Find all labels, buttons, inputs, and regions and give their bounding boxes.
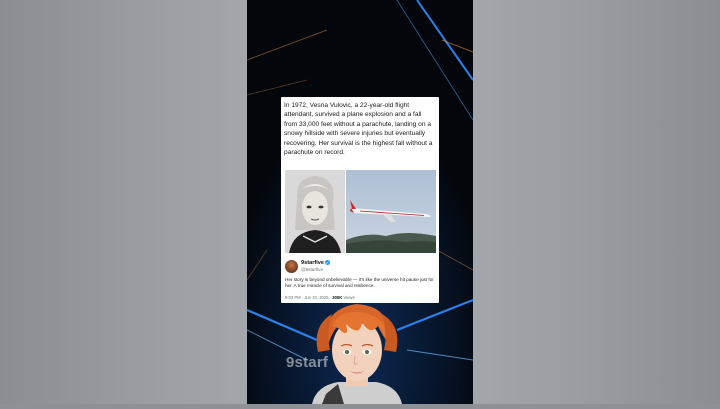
left-blurred-margin — [0, 0, 247, 404]
presenter-avatar-image — [298, 300, 416, 404]
tweet-handle[interactable]: @9starfive — [301, 267, 323, 272]
tweet-header: 9starfive ✓ @9starfive — [285, 259, 435, 275]
airplane-photo — [346, 170, 436, 253]
avatar[interactable] — [285, 260, 298, 273]
tweet-author[interactable]: 9starfive ✓ — [301, 260, 331, 266]
tweet-body: Her story is beyond unbelievable — it's … — [285, 277, 434, 289]
right-blurred-margin — [473, 0, 720, 404]
woman-portrait-photo — [285, 170, 345, 253]
verified-badge-icon: ✓ — [325, 260, 331, 266]
channel-watermark: 9starf — [286, 354, 329, 371]
post-text: In 1972, Vesna Vulovic, a 22-year-old fl… — [284, 102, 433, 157]
tweet-screenshot-card: In 1972, Vesna Vulovic, a 22-year-old fl… — [281, 97, 439, 303]
